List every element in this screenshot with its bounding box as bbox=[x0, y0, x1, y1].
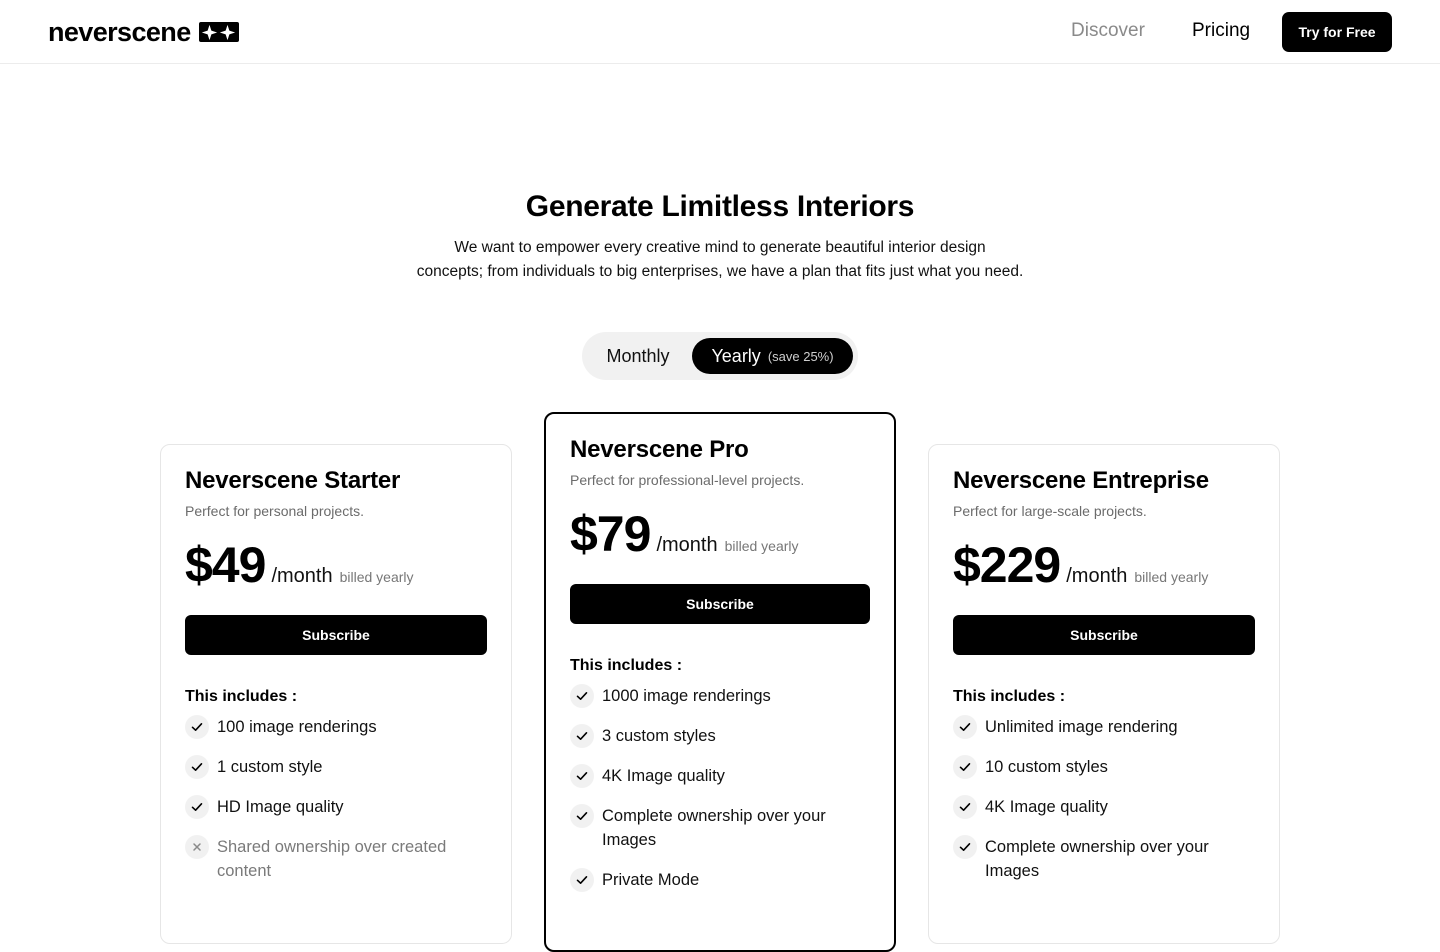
check-icon bbox=[570, 724, 594, 748]
feature-item: Private Mode bbox=[570, 868, 872, 892]
page-title: Generate Limitless Interiors bbox=[525, 190, 915, 223]
feature-item: 4K Image quality bbox=[953, 795, 1255, 819]
page-subtitle: We want to empower every creative mind t… bbox=[400, 236, 1040, 284]
plan-description: Perfect for large-scale projects. bbox=[953, 503, 1147, 519]
includes-heading: This includes : bbox=[953, 688, 1066, 705]
feature-text: Unlimited image rendering bbox=[985, 718, 1178, 736]
feature-text: Complete ownership over your Images bbox=[602, 807, 826, 849]
feature-item: Complete ownership over your Images bbox=[570, 804, 872, 852]
feature-item: 3 custom styles bbox=[570, 724, 872, 748]
feature-text: HD Image quality bbox=[217, 798, 344, 816]
plan-name: Neverscene Starter bbox=[185, 467, 401, 494]
billing-note: billed yearly bbox=[724, 538, 799, 554]
price-amount: $229 bbox=[953, 537, 1061, 593]
price-row: $49 /month billed yearly bbox=[185, 533, 487, 597]
toggle-option-monthly[interactable]: Monthly bbox=[588, 338, 688, 374]
plan-card-pro: Neverscene Pro Perfect for professional-… bbox=[544, 412, 896, 952]
plan-description: Perfect for personal projects. bbox=[185, 503, 364, 519]
check-icon bbox=[953, 795, 977, 819]
price-period: /month bbox=[271, 565, 333, 587]
subscribe-button-pro[interactable]: Subscribe bbox=[570, 584, 870, 624]
toggle-option-yearly[interactable]: Yearly (save 25%) bbox=[692, 338, 853, 374]
try-for-free-button[interactable]: Try for Free bbox=[1282, 12, 1392, 52]
nav-link-discover[interactable]: Discover bbox=[1071, 20, 1145, 42]
sparkle-icon bbox=[198, 22, 239, 42]
check-icon bbox=[953, 835, 977, 859]
feature-text: Shared ownership over created content bbox=[217, 838, 447, 880]
price-amount: $79 bbox=[570, 506, 651, 562]
feature-text: 4K Image quality bbox=[602, 767, 725, 785]
feature-text: Complete ownership over your Images bbox=[985, 838, 1209, 880]
feature-text: 1000 image renderings bbox=[602, 687, 771, 705]
feature-item: 10 custom styles bbox=[953, 755, 1255, 779]
cross-icon bbox=[185, 835, 209, 859]
brand-logo[interactable]: neverscene bbox=[48, 18, 239, 46]
price-period: /month bbox=[1066, 565, 1128, 587]
check-icon bbox=[185, 755, 209, 779]
includes-heading: This includes : bbox=[185, 688, 298, 705]
feature-item: 1000 image renderings bbox=[570, 684, 872, 708]
price-amount: $49 bbox=[185, 537, 266, 593]
feature-item-excluded: Shared ownership over created content bbox=[185, 835, 487, 883]
feature-item: 4K Image quality bbox=[570, 764, 872, 788]
plan-description: Perfect for professional-level projects. bbox=[570, 472, 805, 488]
feature-text: Private Mode bbox=[602, 871, 700, 889]
check-icon bbox=[953, 755, 977, 779]
yearly-label: Yearly bbox=[711, 345, 761, 366]
feature-text: 10 custom styles bbox=[985, 758, 1108, 776]
billing-note: billed yearly bbox=[339, 569, 414, 585]
price-row: $79 /month billed yearly bbox=[570, 502, 872, 566]
price-row: $229 /month billed yearly bbox=[953, 533, 1255, 597]
feature-item: 1 custom style bbox=[185, 755, 487, 779]
feature-text: 3 custom styles bbox=[602, 727, 716, 745]
check-icon bbox=[570, 804, 594, 828]
subscribe-button-starter[interactable]: Subscribe bbox=[185, 615, 487, 655]
feature-text: 1 custom style bbox=[217, 758, 323, 776]
check-icon bbox=[570, 868, 594, 892]
price-period: /month bbox=[656, 534, 718, 556]
feature-text: 4K Image quality bbox=[985, 798, 1108, 816]
check-icon bbox=[953, 715, 977, 739]
plan-name: Neverscene Entreprise bbox=[953, 467, 1209, 494]
nav-link-pricing[interactable]: Pricing bbox=[1192, 20, 1250, 42]
check-icon bbox=[185, 715, 209, 739]
savings-note: (save 25%) bbox=[767, 348, 834, 364]
check-icon bbox=[185, 795, 209, 819]
check-icon bbox=[570, 764, 594, 788]
billing-note: billed yearly bbox=[1134, 569, 1209, 585]
billing-period-toggle: Monthly Yearly (save 25%) bbox=[582, 332, 858, 380]
subtitle-line-2: concepts; from individuals to big enterp… bbox=[416, 263, 1024, 280]
feature-list: 1000 image renderings 3 custom styles 4K… bbox=[570, 684, 872, 892]
feature-item: Unlimited image rendering bbox=[953, 715, 1255, 739]
includes-heading: This includes : bbox=[570, 657, 683, 674]
feature-list: 100 image renderings 1 custom style HD I… bbox=[185, 715, 487, 883]
plan-card-starter: Neverscene Starter Perfect for personal … bbox=[160, 444, 512, 944]
feature-item: HD Image quality bbox=[185, 795, 487, 819]
top-nav-bar: neverscene Discover Pricing Try for Free bbox=[0, 0, 1440, 64]
check-icon bbox=[570, 684, 594, 708]
plan-name: Neverscene Pro bbox=[570, 436, 749, 463]
feature-item: 100 image renderings bbox=[185, 715, 487, 739]
feature-text: 100 image renderings bbox=[217, 718, 377, 736]
feature-list: Unlimited image rendering 10 custom styl… bbox=[953, 715, 1255, 883]
logo-wordmark: neverscene bbox=[48, 17, 191, 47]
plan-card-enterprise: Neverscene Entreprise Perfect for large-… bbox=[928, 444, 1280, 944]
subtitle-line-1: We want to empower every creative mind t… bbox=[454, 239, 986, 256]
feature-item: Complete ownership over your Images bbox=[953, 835, 1255, 883]
subscribe-button-enterprise[interactable]: Subscribe bbox=[953, 615, 1255, 655]
